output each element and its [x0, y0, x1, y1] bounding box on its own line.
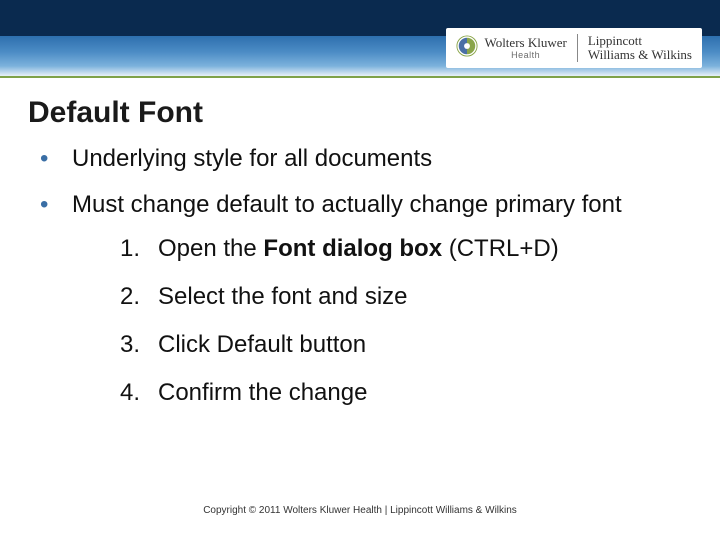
header-band: Wolters Kluwer Health Lippincott William… — [0, 0, 720, 80]
bullet-text: Underlying style for all documents — [72, 145, 432, 172]
content: Default Font Underlying style for all do… — [28, 96, 692, 426]
step-number: 3. — [120, 330, 140, 360]
step-text-bold: Font dialog box — [263, 235, 442, 262]
step-text-post: (CTRL+D) — [442, 235, 559, 262]
step-text-pre: Open the — [158, 235, 263, 262]
wolters-kluwer-logo: Wolters Kluwer Health — [456, 35, 566, 62]
slide-title: Default Font — [28, 96, 692, 130]
brand-divider — [577, 34, 578, 62]
bullet-text: Must change default to actually change p… — [72, 191, 622, 218]
brand-block: Wolters Kluwer Health Lippincott William… — [446, 28, 702, 68]
bullet-item: Must change default to actually change p… — [28, 190, 692, 408]
step-item: 4. Confirm the change — [72, 378, 692, 408]
step-text-pre: Select the font and size — [158, 283, 408, 310]
step-item: 1. Open the Font dialog box (CTRL+D) — [72, 234, 692, 264]
steps-list: 1. Open the Font dialog box (CTRL+D) 2. … — [72, 234, 692, 408]
copyright-footer: Copyright © 2011 Wolters Kluwer Health |… — [0, 505, 720, 516]
step-number: 2. — [120, 282, 140, 312]
step-text-pre: Confirm the change — [158, 379, 367, 406]
wk-text: Wolters Kluwer Health — [484, 36, 566, 60]
step-number: 1. — [120, 234, 140, 264]
lww-line1: Lippincott — [588, 34, 692, 48]
slide: Wolters Kluwer Health Lippincott William… — [0, 0, 720, 540]
step-text-pre: Click Default button — [158, 331, 366, 358]
bullet-item: Underlying style for all documents — [28, 144, 692, 174]
step-item: 3. Click Default button — [72, 330, 692, 360]
wk-health: Health — [484, 51, 566, 60]
header-green-rule — [0, 76, 720, 78]
lippincott-logo: Lippincott Williams & Wilkins — [588, 34, 692, 61]
wk-name: Wolters Kluwer — [484, 36, 566, 49]
wk-logo-icon — [456, 35, 478, 62]
step-number: 4. — [120, 378, 140, 408]
step-item: 2. Select the font and size — [72, 282, 692, 312]
bullet-list: Underlying style for all documents Must … — [28, 144, 692, 408]
lww-line2: Williams & Wilkins — [588, 48, 692, 62]
